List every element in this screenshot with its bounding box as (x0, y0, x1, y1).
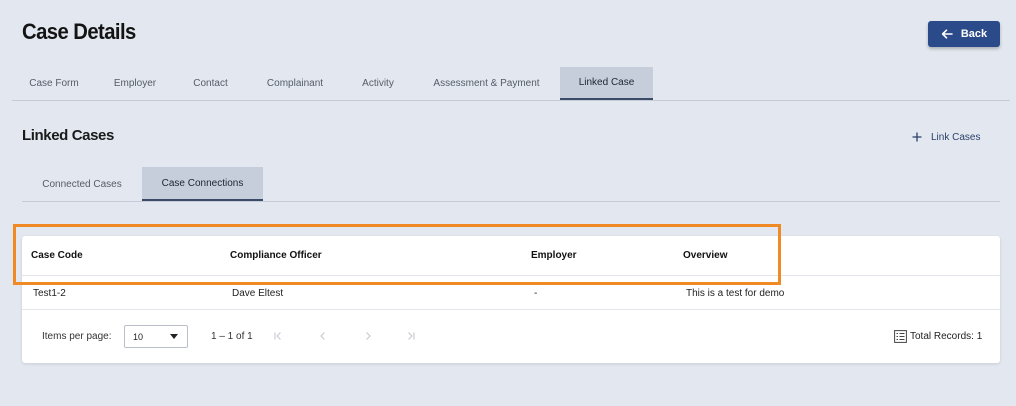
tab-employer[interactable]: Employer (96, 67, 174, 100)
cell-employer: - (534, 288, 538, 299)
items-per-page-label: Items per page: (42, 331, 112, 342)
cell-case-code: Test1-2 (33, 288, 66, 299)
page-range-label: 1 – 1 of 1 (211, 331, 253, 342)
last-page-icon (408, 332, 415, 340)
section-title: Linked Cases (22, 127, 114, 144)
tab-activity[interactable]: Activity (343, 67, 413, 100)
tab-label: Contact (193, 78, 228, 89)
tab-linked-case[interactable]: Linked Case (560, 67, 653, 100)
subtab-connected-cases[interactable]: Connected Cases (22, 167, 142, 201)
last-page-button[interactable] (402, 327, 420, 345)
table-row[interactable]: Test1-2 Dave Eltest - This is a test for… (22, 276, 1000, 310)
chevron-left-icon (320, 332, 325, 340)
subtab-label: Case Connections (161, 177, 244, 189)
column-header-overview[interactable]: Overview (683, 250, 727, 261)
previous-page-button[interactable] (314, 327, 332, 345)
column-header-case-code[interactable]: Case Code (31, 250, 83, 261)
linked-case-subtabs: Connected Cases Case Connections (22, 167, 1000, 202)
table-header: Case Code Compliance Officer Employer Ov… (22, 236, 1000, 276)
link-cases-label: Link Cases (931, 131, 981, 143)
case-tabs: Case Form Employer Contact Complainant A… (12, 67, 1010, 101)
page-title: Case Details (22, 19, 136, 44)
tab-label: Case Form (29, 78, 79, 89)
back-button-label: Back (960, 28, 988, 40)
arrow-left-icon (941, 29, 953, 39)
cell-overview: This is a test for demo (686, 288, 785, 299)
tab-label: Assessment & Payment (433, 78, 540, 89)
plus-icon (912, 132, 922, 142)
chevron-right-icon (366, 332, 371, 340)
tab-case-form[interactable]: Case Form (12, 67, 96, 100)
subtab-label: Connected Cases (42, 178, 122, 190)
case-connections-table: Case Code Compliance Officer Employer Ov… (22, 236, 1000, 363)
caret-down-icon (170, 334, 178, 339)
tab-label: Complainant (266, 78, 324, 89)
tab-contact[interactable]: Contact (174, 67, 247, 100)
column-header-employer[interactable]: Employer (531, 250, 577, 261)
items-per-page-value: 10 (133, 331, 144, 342)
total-records-label: Total Records: 1 (910, 330, 983, 342)
first-page-icon (274, 332, 281, 340)
tab-label: Activity (362, 78, 394, 89)
items-per-page-select[interactable]: 10 (124, 325, 188, 348)
tab-assessment-payment[interactable]: Assessment & Payment (413, 67, 560, 100)
tab-label: Employer (113, 78, 157, 89)
first-page-button[interactable] (269, 327, 287, 345)
link-cases-button[interactable]: Link Cases (912, 129, 980, 145)
list-icon (894, 329, 907, 343)
next-page-button[interactable] (359, 327, 377, 345)
tab-label: Linked Case (578, 77, 635, 88)
column-header-compliance-officer[interactable]: Compliance Officer (230, 250, 322, 261)
tab-complainant[interactable]: Complainant (247, 67, 343, 100)
total-records: Total Records: 1 (894, 329, 982, 343)
paginator: Items per page: 10 1 – 1 of 1 Total Reco… (22, 311, 1000, 363)
subtab-case-connections[interactable]: Case Connections (142, 167, 263, 201)
back-button[interactable]: Back (928, 21, 1000, 47)
cell-compliance-officer: Dave Eltest (232, 288, 284, 299)
